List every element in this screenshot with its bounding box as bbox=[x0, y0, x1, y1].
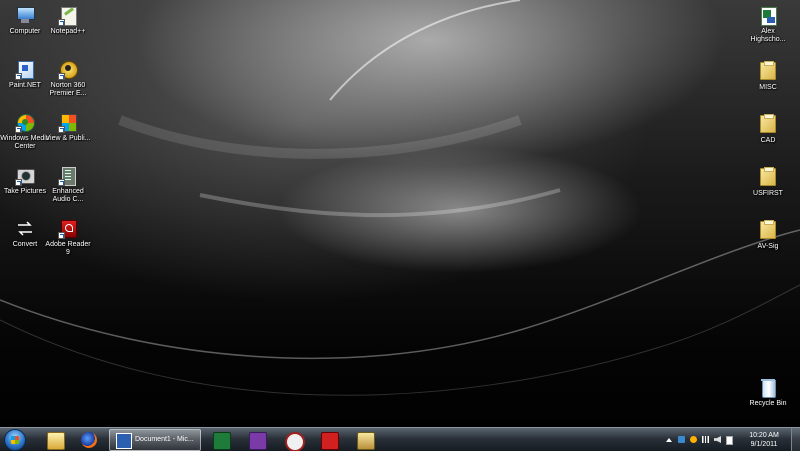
notepadpp-label: Notepad++ bbox=[50, 28, 86, 35]
shortcut-arrow-icon bbox=[15, 73, 22, 80]
shortcut-arrow-icon bbox=[58, 232, 65, 239]
usfirst-folder-desktop-icon[interactable]: USFIRST bbox=[743, 166, 793, 198]
folder-icon bbox=[758, 220, 778, 241]
wifi-signal-icon[interactable] bbox=[702, 436, 709, 443]
audio-label: Enhanced Audio C... bbox=[52, 188, 84, 203]
audio-desktop-icon[interactable]: Enhanced Audio C... bbox=[43, 166, 93, 204]
folder-icon bbox=[758, 167, 778, 188]
show-hidden-icons-icon[interactable] bbox=[666, 438, 672, 442]
solidworks-icon bbox=[321, 432, 339, 450]
folder-tool-icon bbox=[357, 432, 375, 450]
start-button[interactable] bbox=[4, 429, 26, 451]
onenote-icon bbox=[249, 432, 267, 450]
onenote-taskbar-button[interactable] bbox=[240, 429, 274, 451]
system-tray: 10:20 AM 9/1/2011 bbox=[660, 428, 800, 451]
clock-date: 9/1/2011 bbox=[750, 441, 778, 448]
excel-taskbar-button[interactable] bbox=[204, 429, 238, 451]
camera-icon bbox=[15, 166, 35, 186]
misc-folder-label: MISC bbox=[759, 84, 777, 91]
folder-icon bbox=[758, 61, 778, 82]
taskbar: Document1 - Mic... 10:20 AM 9/1/2011 bbox=[0, 427, 800, 451]
desktop-screen: Computer Notepad++ Paint.NET Norton 360 … bbox=[0, 0, 800, 451]
word-icon bbox=[116, 433, 132, 449]
excel-icon bbox=[213, 432, 231, 450]
document1-word-taskbar-button[interactable]: Document1 - Mic... bbox=[109, 429, 201, 451]
folder-icon bbox=[758, 114, 778, 135]
volume-icon[interactable] bbox=[714, 436, 721, 443]
cad-folder-desktop-icon[interactable]: CAD bbox=[743, 113, 793, 145]
av-sig-folder-label: AV-Sig bbox=[757, 243, 779, 250]
shortcut-arrow-icon bbox=[58, 179, 65, 186]
wallpaper bbox=[0, 0, 800, 396]
media-center-icon bbox=[15, 113, 35, 133]
excel-file-label: Alex Highscho... bbox=[750, 28, 786, 43]
windows-explorer-icon bbox=[47, 432, 65, 450]
search-tool-taskbar-button[interactable] bbox=[276, 429, 310, 451]
av-sig-folder-desktop-icon[interactable]: AV-Sig bbox=[743, 219, 793, 251]
paintnet-icon bbox=[15, 60, 35, 80]
usfirst-folder-label: USFIRST bbox=[753, 190, 783, 197]
shortcut-arrow-icon bbox=[15, 126, 22, 133]
notepadpp-icon bbox=[58, 6, 78, 26]
adobe-reader-label: Adobe Reader 9 bbox=[45, 241, 91, 256]
misc-folder-desktop-icon[interactable]: MISC bbox=[743, 60, 793, 92]
solidworks-taskbar-button[interactable] bbox=[312, 429, 346, 451]
notepadpp-desktop-icon[interactable]: Notepad++ bbox=[43, 6, 93, 36]
shortcut-arrow-icon bbox=[58, 19, 65, 26]
search-tool-icon bbox=[285, 432, 305, 451]
recycle-bin-label: Recycle Bin bbox=[749, 400, 787, 407]
firefox-taskbar-button[interactable] bbox=[72, 429, 106, 451]
folder-tool-taskbar-button[interactable] bbox=[348, 429, 382, 451]
adobe-reader-desktop-icon[interactable]: Adobe Reader 9 bbox=[43, 219, 93, 257]
view-publish-label: View & Publi... bbox=[45, 135, 91, 142]
cad-folder-label: CAD bbox=[760, 137, 776, 144]
excel-file-icon bbox=[758, 6, 778, 26]
windows-explorer-taskbar-button[interactable] bbox=[38, 429, 72, 451]
recycle-bin-desktop-icon[interactable]: Recycle Bin bbox=[743, 378, 793, 408]
view-publish-icon bbox=[58, 113, 78, 133]
norton-label: Norton 360 Premier E... bbox=[49, 82, 87, 97]
norton-icon bbox=[58, 60, 78, 80]
shortcut-arrow-icon bbox=[15, 179, 22, 186]
view-publish-desktop-icon[interactable]: View & Publi... bbox=[43, 113, 93, 143]
firefox-icon bbox=[81, 432, 97, 448]
computer-icon bbox=[15, 6, 35, 26]
clock[interactable]: 10:20 AM 9/1/2011 bbox=[744, 431, 784, 449]
tray-app-icon[interactable] bbox=[678, 436, 685, 443]
excel-file-desktop-icon[interactable]: Alex Highscho... bbox=[743, 6, 793, 44]
audio-icon bbox=[58, 166, 78, 186]
recycle-bin-icon bbox=[758, 378, 778, 398]
shortcut-arrow-icon bbox=[58, 126, 65, 133]
tray-norton-icon[interactable] bbox=[690, 436, 697, 443]
convert-icon bbox=[15, 219, 35, 239]
battery-icon[interactable] bbox=[726, 436, 733, 445]
show-desktop-button[interactable] bbox=[791, 428, 800, 451]
norton-desktop-icon[interactable]: Norton 360 Premier E... bbox=[43, 60, 93, 98]
clock-time: 10:20 AM bbox=[749, 432, 779, 439]
active-window-label: Document1 - Mic... bbox=[135, 436, 194, 443]
shortcut-arrow-icon bbox=[58, 73, 65, 80]
adobe-reader-icon bbox=[58, 219, 78, 239]
